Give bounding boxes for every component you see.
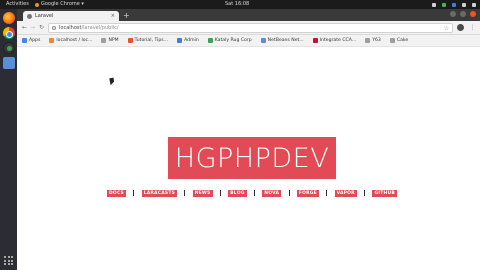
- app-menu-label: Google Chrome ▾: [41, 1, 84, 7]
- chrome-app-icon: [35, 2, 39, 7]
- url-text[interactable]: localhost/laravel/public/: [59, 25, 119, 31]
- link-separator: [253, 190, 255, 196]
- app-menu[interactable]: Google Chrome ▾: [35, 0, 84, 9]
- bookmark-label: NetBeans Net...: [267, 38, 304, 43]
- page-content: HGPHPDEV DOCS LARACASTS NEWS BLOG NOVA FORGE V…: [17, 48, 480, 270]
- bookmark-icon: [22, 38, 27, 43]
- bookmark-icon: [101, 38, 107, 43]
- link-separator: [364, 190, 366, 196]
- browser-toolbar: ← → ↻ localhost/laravel/public/ ☆ ⋮: [17, 21, 480, 35]
- virtualbox-icon[interactable]: [2, 57, 15, 69]
- bookmark-label: NPM: [108, 38, 119, 43]
- bookmark-label: Integrate CCA...: [319, 38, 357, 43]
- ubuntu-dock: [0, 9, 17, 270]
- bookmark-label: Admin: [184, 38, 199, 43]
- maximize-icon[interactable]: [460, 11, 466, 17]
- mouse-cursor-icon: [109, 77, 115, 86]
- power-icon[interactable]: [472, 2, 476, 7]
- tab-strip: Laravel × +: [17, 9, 480, 21]
- system-clock[interactable]: Sat 16:08: [225, 0, 249, 9]
- reload-icon[interactable]: ↻: [39, 23, 44, 33]
- bookmark-item[interactable]: Tutorial, Tips...: [127, 38, 169, 43]
- link-separator: [219, 190, 221, 196]
- bookmark-label: Tutorial, Tips...: [134, 38, 169, 43]
- url-path: /laravel/public/: [81, 25, 119, 31]
- terminal-icon[interactable]: [2, 42, 15, 54]
- nav-link-github[interactable]: GITHUB: [372, 189, 397, 197]
- forward-arrow-icon[interactable]: →: [30, 23, 35, 33]
- address-bar[interactable]: localhost/laravel/public/ ☆: [48, 23, 453, 33]
- nav-link-blog[interactable]: BLOG: [228, 189, 247, 197]
- bookmark-label: Y63: [372, 38, 381, 43]
- show-applications-icon[interactable]: [3, 255, 14, 266]
- bookmark-icon: [177, 38, 183, 43]
- bookmark-item[interactable]: Integrate CCA...: [312, 38, 357, 43]
- new-tab-button[interactable]: +: [123, 11, 130, 20]
- link-separator: [288, 190, 290, 196]
- chrome-menu-icon[interactable]: ⋮: [469, 24, 476, 31]
- bookmark-label: Cake: [396, 38, 409, 43]
- tab-title: Laravel: [35, 13, 54, 19]
- bookmark-item[interactable]: NetBeans Net...: [260, 38, 304, 43]
- extension-icon[interactable]: [457, 24, 464, 31]
- nav-link-nova[interactable]: NOVA: [262, 189, 282, 197]
- bookmark-label: localhost / loc...: [56, 38, 93, 43]
- bookmark-icon: [207, 38, 213, 43]
- bookmark-icon: [389, 38, 395, 43]
- firefox-icon[interactable]: [2, 12, 15, 24]
- bookmark-item[interactable]: NPM: [101, 38, 119, 43]
- bookmark-item[interactable]: localhost / loc...: [49, 38, 92, 43]
- close-window-icon[interactable]: [470, 11, 476, 17]
- back-arrow-icon[interactable]: ←: [22, 23, 27, 33]
- link-separator: [184, 190, 186, 196]
- window-controls: [450, 11, 476, 17]
- site-logo-text: HGPHPDEV: [174, 142, 330, 174]
- nav-link-vapor[interactable]: VAPOR: [334, 189, 357, 197]
- nav-link-laracasts[interactable]: LARACASTS: [141, 189, 178, 197]
- bookmark-item[interactable]: Admin: [177, 38, 199, 43]
- bookmark-icon: [312, 38, 318, 43]
- bookmark-icon: [127, 38, 133, 43]
- links-row: DOCS LARACASTS NEWS BLOG NOVA FORGE VAPOR GITHU…: [107, 189, 397, 197]
- bluetooth-icon[interactable]: [452, 2, 456, 7]
- network-icon[interactable]: [432, 2, 436, 7]
- tab-laravel[interactable]: Laravel ×: [23, 11, 119, 21]
- bookmark-item[interactable]: Apps: [22, 38, 40, 43]
- site-logo: HGPHPDEV: [168, 137, 336, 179]
- site-info-icon[interactable]: [52, 26, 56, 30]
- nav-link-forge[interactable]: FORGE: [296, 189, 319, 197]
- bookmarks-bar: Apps localhost / loc... NPM Tutorial, Tips.…: [17, 35, 480, 47]
- url-host: localhost: [59, 25, 82, 31]
- nav-link-docs[interactable]: DOCS: [107, 189, 126, 197]
- page-favicon-icon: [27, 13, 32, 19]
- bookmark-icon: [260, 38, 266, 43]
- tab-close-icon[interactable]: ×: [111, 13, 115, 19]
- bookmark-item[interactable]: Y63: [365, 38, 381, 43]
- bookmark-item[interactable]: Cake: [389, 38, 409, 43]
- link-separator: [133, 190, 135, 196]
- bookmark-star-icon[interactable]: ☆: [444, 25, 449, 32]
- update-icon[interactable]: [442, 2, 446, 7]
- bookmark-label: Apps: [29, 38, 41, 43]
- system-top-bar: Activities Google Chrome ▾ Sat 16:08: [0, 0, 480, 9]
- bookmark-item[interactable]: Kataly Rug Corp: [207, 38, 252, 43]
- bookmark-label: Kataly Rug Corp: [214, 38, 252, 43]
- chrome-window: Laravel × + ← → ↻ localhost/laravel/publ…: [17, 9, 480, 270]
- link-separator: [326, 190, 328, 196]
- chrome-icon[interactable]: [2, 27, 15, 39]
- volume-icon[interactable]: [462, 2, 466, 7]
- system-tray[interactable]: [432, 0, 476, 9]
- bookmark-icon: [49, 38, 55, 43]
- nav-link-news[interactable]: NEWS: [192, 189, 213, 197]
- activities-button[interactable]: Activities: [6, 0, 29, 9]
- minimize-icon[interactable]: [450, 11, 456, 17]
- bookmark-icon: [365, 38, 371, 43]
